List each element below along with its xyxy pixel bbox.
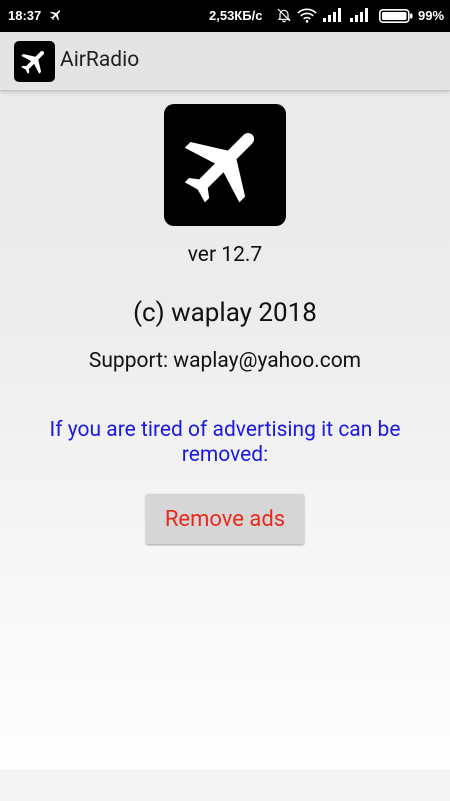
status-bar: 18:37 2,53КБ/с 99%: [0, 0, 450, 32]
version-label: ver 12.7: [187, 243, 263, 267]
signal-icon: [350, 8, 370, 25]
bell-off-icon: [276, 7, 292, 26]
bottom-strip: [0, 770, 450, 801]
status-time: 18:37: [8, 8, 42, 23]
ads-message: If you are tired of advertising it can b…: [49, 418, 401, 467]
action-bar: AirRadio: [0, 32, 450, 91]
battery-icon: [379, 9, 413, 26]
airplane-icon: [49, 8, 63, 25]
battery-percent: 99%: [418, 8, 445, 23]
remove-ads-button[interactable]: Remove ads: [146, 494, 304, 544]
app-title: AirRadio: [60, 48, 140, 72]
airplane-icon: [164, 104, 286, 226]
wifi-icon: [297, 8, 317, 26]
support-email: Support: waplay@yahoo.com: [88, 349, 362, 373]
network-speed: 2,53КБ/с: [209, 8, 263, 23]
copyright-label: (c) waplay 2018: [133, 298, 317, 328]
airplane-icon: [14, 41, 55, 82]
signal-icon: [323, 8, 343, 25]
